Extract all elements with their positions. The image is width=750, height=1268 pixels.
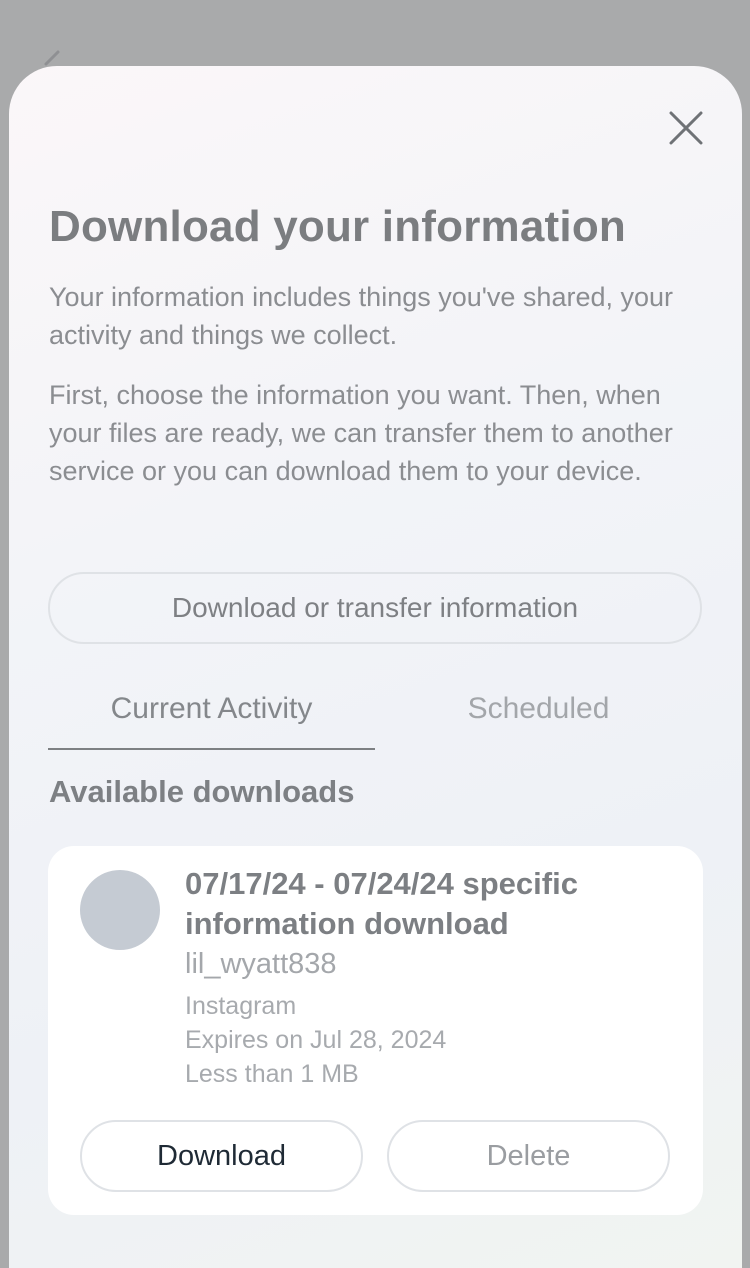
page-title: Download your information [49,202,626,251]
download-app: Instagram [185,992,297,1020]
download-expiry: Expires on Jul 28, 2024 [185,1026,447,1054]
intro-text: Your information includes things you've … [49,282,674,350]
avatar [80,870,160,950]
close-icon [669,111,703,145]
download-title: 07/17/24 - 07/24/24 specific information… [185,866,578,941]
delete-button[interactable]: Delete [387,1120,670,1192]
download-button[interactable]: Download [80,1120,363,1192]
download-card: 07/17/24 - 07/24/24 specific information… [48,846,703,1215]
available-downloads-heading: Available downloads [49,774,355,809]
download-or-transfer-button[interactable]: Download or transfer information [48,572,702,644]
tab-scheduled[interactable]: Scheduled [375,692,702,750]
instructions-text: First, choose the information you want. … [49,380,673,486]
download-username: lil_wyatt838 [185,948,337,980]
close-button[interactable] [664,106,708,150]
download-info-sheet: Download your information Your informati… [9,66,742,1268]
tab-current-activity[interactable]: Current Activity [48,692,375,750]
download-size: Less than 1 MB [185,1060,359,1088]
